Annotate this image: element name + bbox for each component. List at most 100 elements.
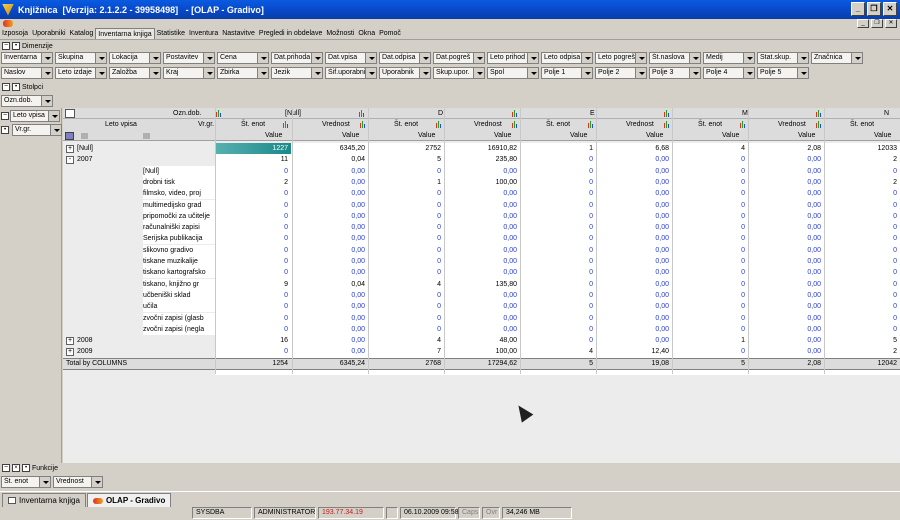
data-cell[interactable]: 0,00	[748, 233, 824, 244]
data-cell[interactable]: 0,00	[596, 245, 672, 256]
function-field-st-enot[interactable]: Št. enot	[1, 476, 51, 488]
close-functions-icon[interactable]: ×	[12, 464, 20, 472]
data-cell[interactable]: 0,00	[444, 256, 520, 267]
dimension-field[interactable]: Polje 4	[703, 67, 755, 79]
menu-item-8[interactable]: Možnosti	[324, 28, 356, 39]
grid-corner-icon[interactable]	[65, 109, 75, 118]
data-cell[interactable]: 4	[672, 143, 748, 154]
chevron-down-icon[interactable]	[365, 68, 376, 78]
data-cell[interactable]: 0	[824, 301, 900, 312]
chevron-down-icon[interactable]	[39, 477, 50, 487]
data-cell[interactable]: 0,00	[596, 279, 672, 290]
data-cell[interactable]: 0	[672, 267, 748, 278]
chevron-down-icon[interactable]	[149, 68, 160, 78]
data-cell[interactable]: 2	[824, 154, 900, 165]
data-cell[interactable]: 0,00	[596, 290, 672, 301]
row-label-year[interactable]: 2007	[77, 154, 93, 165]
data-cell[interactable]: 0	[672, 188, 748, 199]
data-cell[interactable]: 12,40	[596, 346, 672, 357]
row-label-type[interactable]: zvočni zapisi (glasb	[143, 312, 215, 324]
minimize-button[interactable]: _	[851, 2, 865, 16]
data-cell[interactable]: 5	[672, 358, 748, 369]
data-cell[interactable]: 0,00	[292, 200, 368, 211]
data-cell[interactable]: 0,00	[444, 290, 520, 301]
chevron-down-icon[interactable]	[311, 68, 322, 78]
pin-icon[interactable]: •	[12, 42, 20, 50]
data-cell[interactable]: 0,00	[748, 301, 824, 312]
data-cell[interactable]: 1254	[215, 358, 291, 369]
data-cell[interactable]: 0	[824, 200, 900, 211]
dimension-field[interactable]: Leto izdaje	[55, 67, 107, 79]
data-cell[interactable]: 0,00	[748, 256, 824, 267]
sort-icon[interactable]	[143, 133, 150, 139]
data-cell[interactable]: 0	[824, 324, 900, 335]
row-label-type[interactable]: filmsko, video, proj	[143, 188, 215, 200]
expand-icon[interactable]: +	[66, 348, 74, 357]
data-cell[interactable]: 0,00	[292, 222, 368, 233]
data-cell[interactable]: 2	[824, 177, 900, 188]
data-cell[interactable]: 0,00	[444, 233, 520, 244]
data-cell[interactable]: 0,00	[748, 200, 824, 211]
chevron-down-icon[interactable]	[41, 68, 52, 78]
data-cell[interactable]: 0,00	[444, 222, 520, 233]
data-cell[interactable]: 0	[215, 313, 291, 324]
chevron-down-icon[interactable]	[365, 53, 376, 63]
bar-chart-icon[interactable]	[664, 121, 670, 128]
data-cell[interactable]: 0,00	[596, 324, 672, 335]
data-cell[interactable]: 0	[215, 211, 291, 222]
row-label-type[interactable]: drobni tisk	[143, 176, 215, 188]
data-cell[interactable]: 0,00	[292, 346, 368, 357]
data-cell[interactable]: 7	[368, 346, 444, 357]
chevron-down-icon[interactable]	[95, 68, 106, 78]
menu-item-4[interactable]: Statistike	[155, 28, 187, 39]
data-cell[interactable]: 0,00	[748, 211, 824, 222]
dimension-field[interactable]: Založba	[109, 67, 161, 79]
dimension-field[interactable]: Lokacija	[109, 52, 161, 64]
data-cell[interactable]: 0	[520, 222, 596, 233]
row-label-type[interactable]: slikovno gradivo	[143, 244, 215, 256]
data-cell[interactable]: 48,00	[444, 335, 520, 346]
data-cell[interactable]: 4	[368, 335, 444, 346]
chevron-down-icon[interactable]	[473, 53, 484, 63]
data-cell[interactable]: 0	[824, 313, 900, 324]
data-cell[interactable]: 0,00	[444, 211, 520, 222]
data-cell[interactable]: 19,08	[596, 358, 672, 369]
data-cell[interactable]: 0	[215, 245, 291, 256]
data-cell[interactable]: 0,00	[748, 177, 824, 188]
data-cell[interactable]: 0,00	[444, 200, 520, 211]
bar-chart-icon[interactable]	[359, 110, 365, 117]
dimension-field[interactable]: Dat.vpisa	[325, 52, 377, 64]
column-group-3[interactable]: M	[742, 110, 748, 117]
data-cell[interactable]: 0	[672, 200, 748, 211]
chevron-down-icon[interactable]	[581, 53, 592, 63]
collapse-rows-icon[interactable]: −	[1, 112, 9, 120]
column-field-ozndob[interactable]: Ozn.dob.	[1, 95, 53, 107]
row-label-type[interactable]: učbeniški sklad	[143, 289, 215, 301]
chevron-down-icon[interactable]	[527, 68, 538, 78]
bar-chart-icon[interactable]	[360, 121, 366, 128]
data-cell[interactable]: 0	[520, 256, 596, 267]
data-cell[interactable]: 0	[824, 222, 900, 233]
data-cell[interactable]: 4	[368, 279, 444, 290]
expand-icon[interactable]: +	[66, 337, 74, 346]
data-cell[interactable]: 0	[520, 166, 596, 177]
data-cell[interactable]: 2	[824, 346, 900, 357]
chevron-down-icon[interactable]	[203, 68, 214, 78]
data-cell[interactable]: 0	[672, 290, 748, 301]
data-cell[interactable]: 0	[824, 256, 900, 267]
dimension-field[interactable]: Inventarna	[1, 52, 53, 64]
data-cell[interactable]: 0	[824, 188, 900, 199]
data-cell[interactable]: 0,00	[444, 267, 520, 278]
data-cell[interactable]: 0	[520, 154, 596, 165]
data-cell[interactable]: 0,00	[596, 267, 672, 278]
dimension-field[interactable]: Kraj	[163, 67, 215, 79]
dimension-field[interactable]: Značnica	[811, 52, 863, 64]
chevron-down-icon[interactable]	[257, 53, 268, 63]
data-cell[interactable]: 0,00	[748, 324, 824, 335]
chevron-down-icon[interactable]	[527, 53, 538, 63]
menu-item-10[interactable]: Pomoč	[377, 28, 403, 39]
data-cell[interactable]: 0	[520, 233, 596, 244]
data-cell[interactable]: 0	[215, 267, 291, 278]
dimension-field[interactable]: Uporabnik	[379, 67, 431, 79]
expand-icon[interactable]: +	[66, 145, 74, 153]
